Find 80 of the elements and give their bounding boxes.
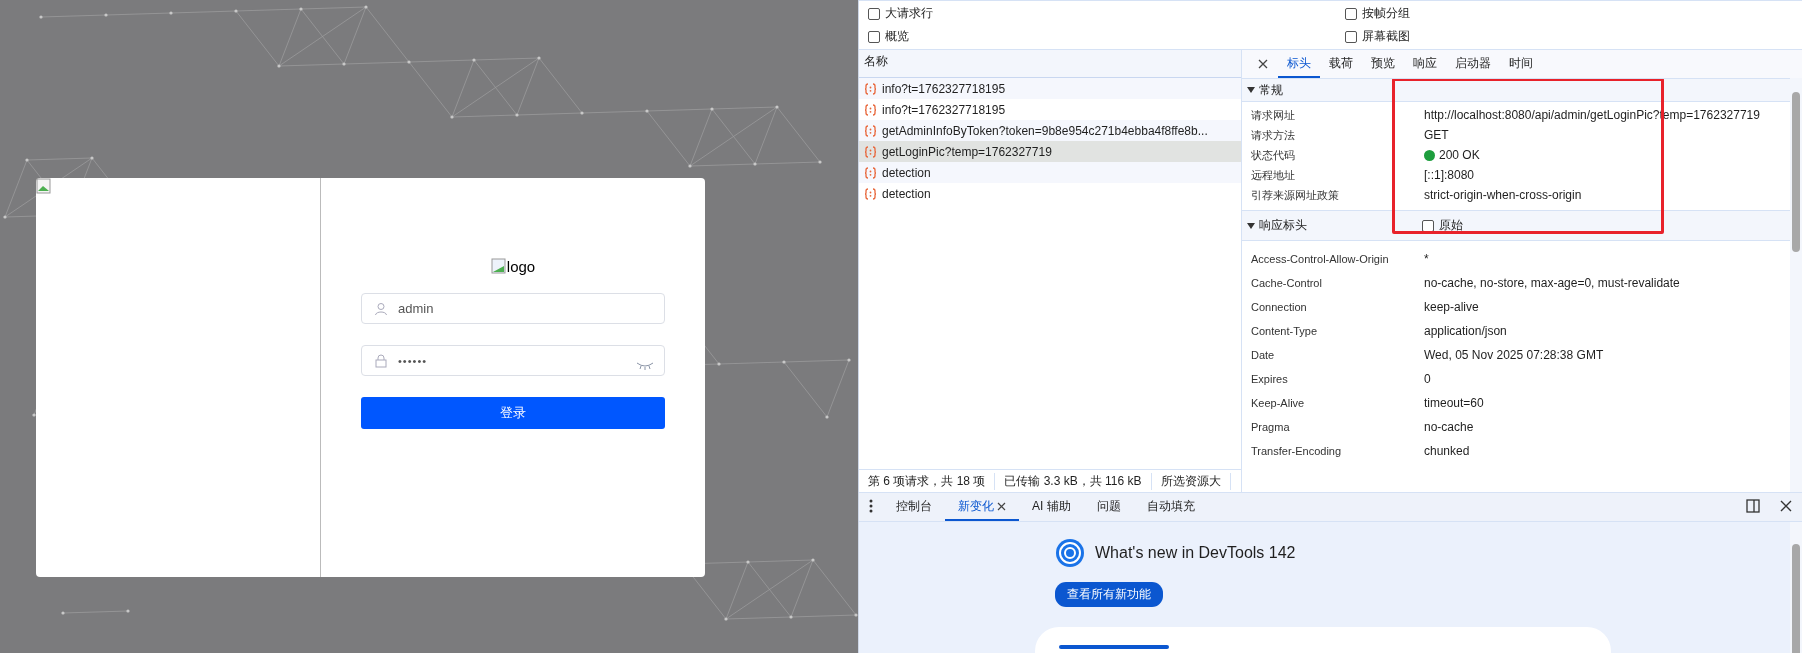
header-value: chunked bbox=[1424, 444, 1470, 458]
header-value: keep-alive bbox=[1424, 300, 1479, 314]
header-name: 状态代码 bbox=[1251, 148, 1296, 163]
status-text: 第 6 项请求，共 18 项 bbox=[859, 472, 996, 490]
section-header[interactable]: 常规 bbox=[1242, 79, 1790, 102]
request-row[interactable]: detection bbox=[859, 162, 1241, 183]
detail-tab[interactable]: 载荷 bbox=[1320, 50, 1362, 78]
see-all-features-button[interactable]: 查看所有新功能 bbox=[1055, 582, 1163, 607]
header-name: Access-Control-Allow-Origin bbox=[1251, 253, 1390, 265]
header-name: 引荐来源网址政策 bbox=[1251, 188, 1340, 203]
header-name: Connection bbox=[1251, 301, 1308, 313]
header-value: strict-origin-when-cross-origin bbox=[1424, 188, 1583, 203]
header-name: Keep-Alive bbox=[1251, 397, 1306, 409]
header-value: Wed, 05 Nov 2025 07:28:38 GMT bbox=[1424, 348, 1604, 362]
checkbox[interactable] bbox=[1422, 219, 1434, 232]
checkbox[interactable] bbox=[868, 7, 880, 20]
password-field[interactable]: •••••• bbox=[361, 345, 665, 376]
request-row[interactable]: info?t=1762327718195 bbox=[859, 99, 1241, 120]
section-header[interactable]: 响应标头 bbox=[1247, 217, 1422, 234]
header-name: 请求网址 bbox=[1251, 108, 1296, 123]
header-value: no-cache, no-store, max-age=0, must-revalidate bbox=[1424, 276, 1680, 290]
request-row[interactable]: getLoginPic?temp=1762327719 bbox=[859, 141, 1241, 162]
username-field[interactable]: admin bbox=[361, 293, 665, 324]
scrollbar[interactable] bbox=[1790, 522, 1802, 653]
header-name: 远程地址 bbox=[1251, 168, 1296, 183]
checkbox[interactable] bbox=[1345, 7, 1357, 20]
raw-checkbox[interactable]: 原始 bbox=[1422, 217, 1463, 234]
header-name: Pragma bbox=[1251, 421, 1291, 433]
scrollbar[interactable] bbox=[1790, 78, 1802, 492]
detail-tab[interactable]: 时间 bbox=[1500, 50, 1542, 78]
header-value: application/json bbox=[1424, 324, 1507, 338]
fetch-braces-icon bbox=[864, 145, 877, 158]
request-row[interactable]: info?t=1762327718195 bbox=[859, 78, 1241, 99]
fetch-braces-icon bbox=[864, 124, 877, 137]
login-button[interactable]: 登录 bbox=[361, 397, 665, 429]
drawer-tab[interactable]: 控制台 bbox=[883, 493, 945, 521]
lock-icon bbox=[374, 353, 388, 368]
status-text: 所选资源大 bbox=[1151, 472, 1231, 490]
request-row[interactable]: getAdminInfoByToken?token=9b8e954c271b4ebba4f8ffe8b... bbox=[859, 120, 1241, 141]
header-name: 请求方法 bbox=[1251, 128, 1296, 143]
expand-triangle-icon bbox=[1247, 86, 1255, 94]
drawer-tab[interactable]: AI 辅助 bbox=[1019, 493, 1084, 521]
header-value: no-cache bbox=[1424, 420, 1474, 434]
detail-tab[interactable]: 预览 bbox=[1362, 50, 1404, 78]
chrome-devtools-logo-icon bbox=[1055, 538, 1085, 568]
close-icon[interactable] bbox=[997, 501, 1006, 511]
detail-tab[interactable]: 响应 bbox=[1404, 50, 1446, 78]
header-value: 200 OK bbox=[1439, 148, 1480, 163]
header-value: timeout=60 bbox=[1424, 396, 1484, 410]
header-value: 0 bbox=[1424, 372, 1431, 386]
header-value: * bbox=[1424, 252, 1429, 266]
fetch-braces-icon bbox=[864, 166, 877, 179]
drawer-tab[interactable]: 问题 bbox=[1083, 493, 1134, 521]
checkbox[interactable] bbox=[868, 30, 880, 43]
header-name: Date bbox=[1251, 349, 1276, 361]
option-checkbox[interactable]: 大请求行 bbox=[868, 5, 1345, 22]
header-name: Expires bbox=[1251, 373, 1289, 385]
column-header[interactable]: 名称 bbox=[859, 50, 1241, 78]
expand-triangle-icon bbox=[1247, 221, 1255, 230]
header-name: Content-Type bbox=[1251, 325, 1319, 337]
header-name: Cache-Control bbox=[1251, 277, 1323, 289]
option-checkbox[interactable]: 屏幕截图 bbox=[1345, 28, 1802, 45]
drawer-tab[interactable]: 自动填充 bbox=[1133, 493, 1208, 521]
header-value: GET bbox=[1424, 128, 1450, 143]
closed-eye-icon[interactable] bbox=[636, 362, 654, 370]
fetch-braces-icon bbox=[864, 82, 877, 95]
whats-new-title: What's new in DevTools 142 bbox=[1095, 544, 1296, 562]
status-text: 已传输 3.3 kB，共 116 kB bbox=[995, 472, 1152, 490]
header-name: Transfer-Encoding bbox=[1251, 445, 1343, 457]
fetch-braces-icon bbox=[864, 187, 877, 200]
option-checkbox[interactable]: 概览 bbox=[868, 28, 1345, 45]
header-value: [::1]:8080 bbox=[1424, 168, 1476, 183]
fetch-braces-icon bbox=[864, 103, 877, 116]
broken-image-icon bbox=[490, 258, 507, 274]
logo-alt-text: logo bbox=[506, 257, 536, 275]
user-icon bbox=[374, 301, 388, 316]
checkbox[interactable] bbox=[1345, 30, 1357, 43]
detail-tab[interactable]: 启动器 bbox=[1446, 50, 1500, 78]
option-checkbox[interactable]: 按帧分组 bbox=[1345, 5, 1802, 22]
request-row[interactable]: detection bbox=[859, 183, 1241, 204]
